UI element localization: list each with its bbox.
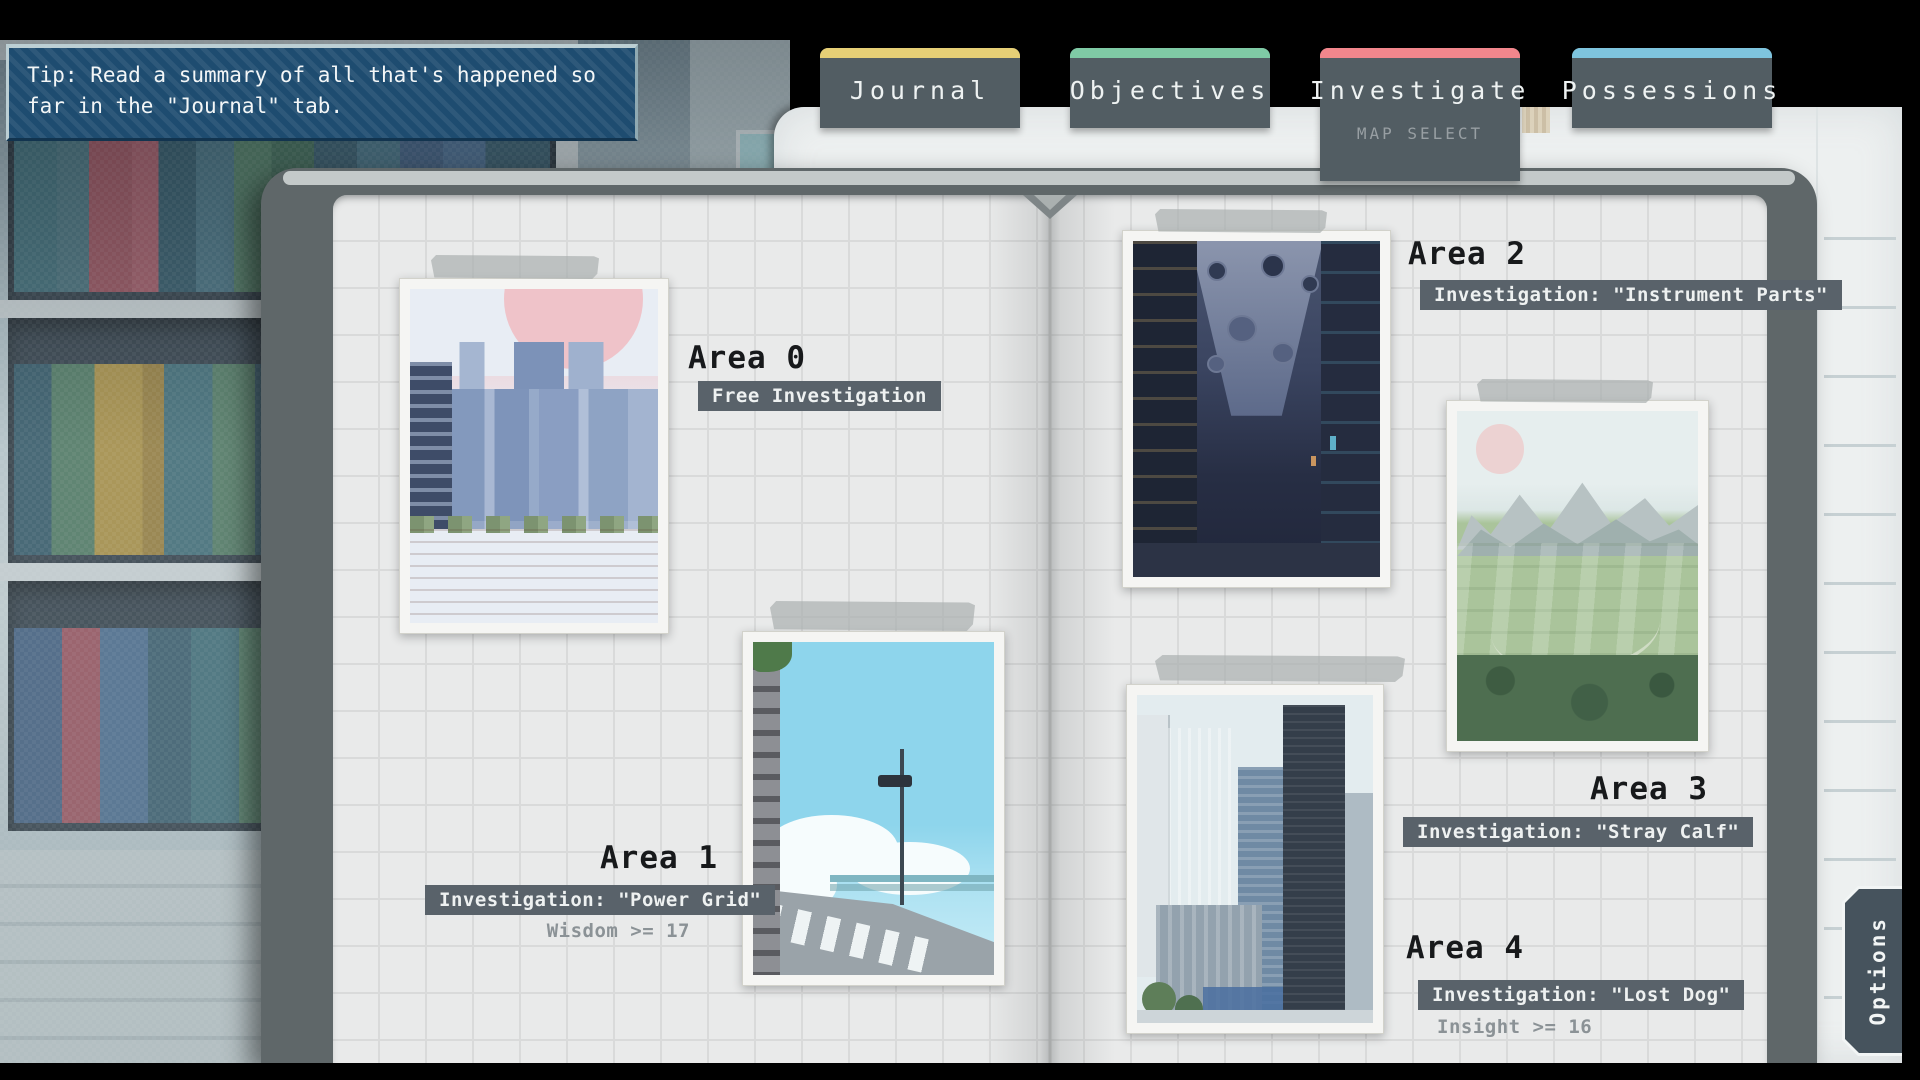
area-2-photo-image: [1133, 241, 1380, 577]
game-screen: Area 0 Free Investigation Area 1 Investi…: [0, 0, 1920, 1080]
washi-tape: [1522, 107, 1550, 133]
tab-possessions[interactable]: Possessions: [1572, 48, 1772, 128]
area-2-name: Area 2: [1408, 236, 1526, 272]
area-1-name: Area 1: [540, 840, 718, 876]
area-4-photo[interactable]: [1126, 684, 1384, 1034]
options-button[interactable]: Options: [1842, 886, 1910, 1056]
tip-box: Tip: Read a summary of all that's happen…: [6, 44, 638, 141]
tape-area-1: [770, 601, 975, 631]
tab-possessions-label: Possessions: [1572, 58, 1772, 122]
tape-area-0: [431, 255, 599, 279]
map-select-label: MAP SELECT: [1320, 124, 1520, 143]
area-3-badge: Investigation: "Stray Calf": [1403, 817, 1753, 847]
area-0-photo[interactable]: [399, 278, 669, 634]
tab-objectives-label: Objectives: [1070, 58, 1270, 122]
tape-area-4: [1155, 655, 1405, 682]
area-4-badge: Investigation: "Lost Dog": [1418, 980, 1744, 1010]
area-4-photo-image: [1137, 695, 1373, 1023]
tape-area-2: [1155, 209, 1327, 233]
tip-text: Tip: Read a summary of all that's happen…: [27, 63, 596, 118]
area-4-requirement: Insight >= 16: [1437, 1016, 1592, 1038]
area-3-photo-image: [1457, 411, 1698, 741]
letterbox-bottom: [0, 1063, 1920, 1080]
area-0-photo-image: [410, 289, 658, 623]
area-4-name: Area 4: [1406, 930, 1524, 966]
tab-journal-accent: [820, 48, 1020, 58]
letterbox-top: [0, 0, 1920, 40]
tab-journal-label: Journal: [820, 58, 1020, 122]
spine-line: [1049, 195, 1052, 1063]
tab-investigate[interactable]: Investigate MAP SELECT: [1320, 48, 1520, 181]
area-1-photo-image: [753, 642, 994, 975]
tab-objectives[interactable]: Objectives: [1070, 48, 1270, 128]
options-button-body: Options: [1845, 889, 1910, 1053]
area-2-photo[interactable]: [1122, 230, 1391, 588]
area-1-photo[interactable]: [742, 631, 1005, 986]
tape-area-3: [1477, 379, 1653, 403]
tab-possessions-accent: [1572, 48, 1772, 58]
area-0-badge: Free Investigation: [698, 381, 941, 411]
tab-investigate-accent: [1320, 48, 1520, 58]
options-label: Options: [1866, 916, 1890, 1026]
tab-objectives-accent: [1070, 48, 1270, 58]
area-2-badge: Investigation: "Instrument Parts": [1420, 280, 1842, 310]
notebook-page-stack-edge: [283, 171, 1795, 185]
area-3-name: Area 3: [1530, 771, 1708, 807]
area-1-badge: Investigation: "Power Grid": [425, 885, 775, 915]
area-1-requirement: Wisdom >= 17: [455, 920, 690, 942]
area-3-photo[interactable]: [1446, 400, 1709, 752]
tab-journal[interactable]: Journal: [820, 48, 1020, 128]
spine-notch-inner: [1034, 195, 1066, 210]
area-0-name: Area 0: [688, 340, 806, 376]
tab-investigate-label: Investigate: [1320, 58, 1520, 122]
letterbox-right: [1902, 0, 1920, 1080]
